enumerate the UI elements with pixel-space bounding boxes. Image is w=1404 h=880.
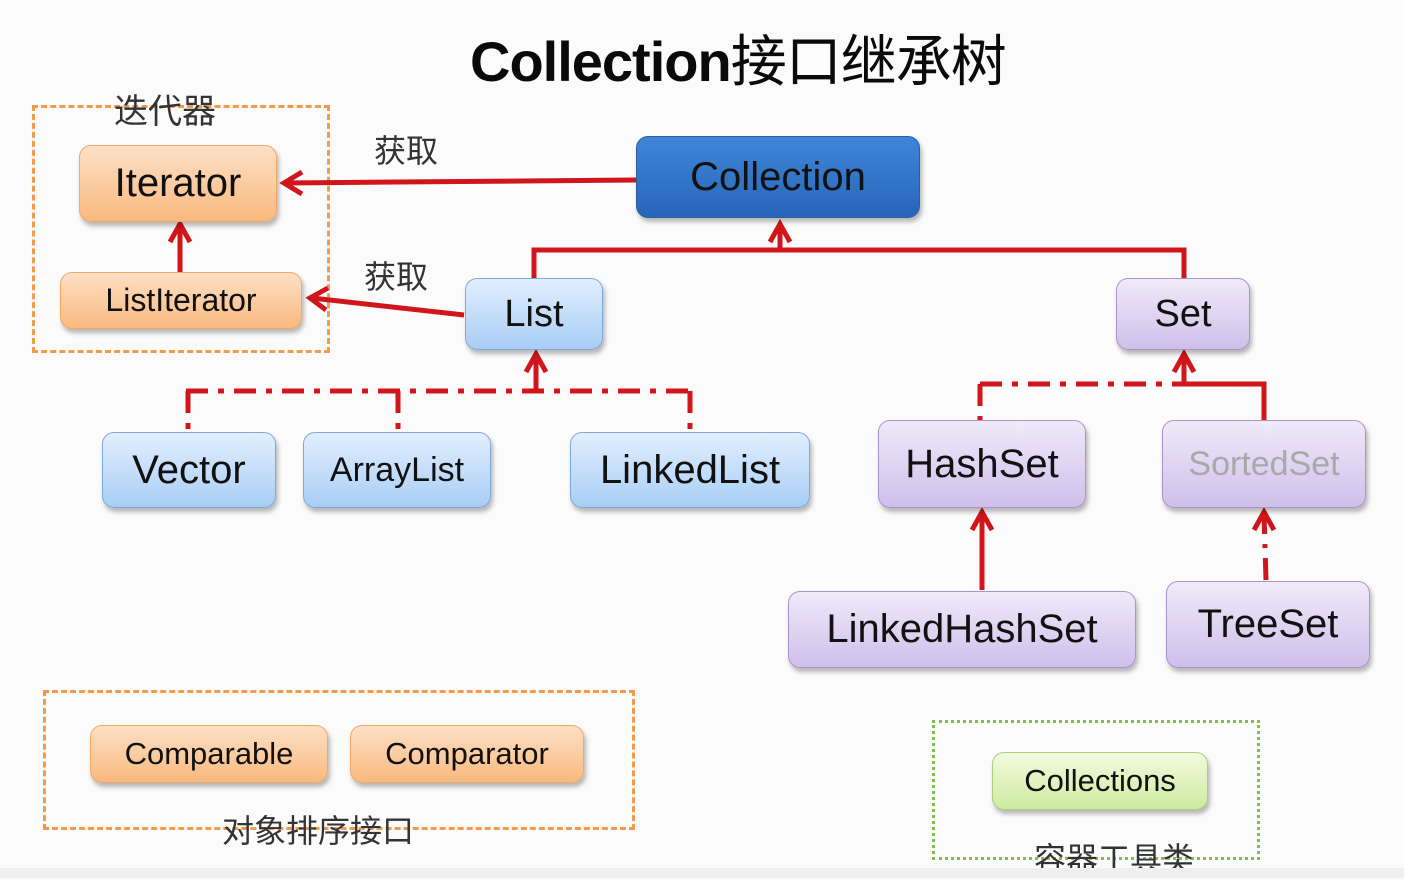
node-sortedset-label: SortedSet: [1188, 444, 1340, 483]
edge-list-set-collection: [531, 247, 1187, 278]
node-list-label: List: [504, 292, 564, 335]
node-collections-label: Collections: [1024, 763, 1176, 798]
node-listiterator-label: ListIterator: [105, 282, 257, 318]
node-vector[interactable]: Vector: [102, 432, 276, 508]
node-comparator-label: Comparator: [385, 736, 549, 771]
node-arraylist[interactable]: ArrayList: [303, 432, 491, 508]
node-list[interactable]: List: [465, 278, 603, 350]
edge-sortedset-set: [1181, 356, 1267, 420]
node-hashset-label: HashSet: [905, 441, 1059, 486]
edge-list-listiterator: [311, 295, 465, 318]
edge-label-list-get: 获取: [364, 258, 429, 296]
node-iterator-label: Iterator: [114, 161, 242, 205]
node-collection-label: Collection: [690, 154, 866, 199]
node-iterator[interactable]: Iterator: [79, 145, 277, 222]
node-listiterator[interactable]: ListIterator: [60, 272, 302, 329]
node-comparable[interactable]: Comparable: [90, 725, 328, 783]
node-treeset-label: TreeSet: [1197, 602, 1339, 646]
node-comparator[interactable]: Comparator: [350, 725, 584, 783]
node-vector-label: Vector: [132, 447, 246, 492]
node-treeset[interactable]: TreeSet: [1166, 581, 1370, 668]
node-hashset[interactable]: HashSet: [878, 420, 1086, 508]
node-linkedhashset[interactable]: LinkedHashSet: [788, 591, 1136, 668]
node-arraylist-label: ArrayList: [329, 450, 465, 489]
bottom-strip: [0, 868, 1404, 878]
node-linkedhashset-label: LinkedHashSet: [826, 607, 1098, 651]
node-sortedset[interactable]: SortedSet: [1162, 420, 1366, 508]
node-set-label: Set: [1154, 292, 1212, 335]
node-set[interactable]: Set: [1116, 278, 1250, 350]
node-collections[interactable]: Collections: [992, 752, 1208, 810]
edge-label-collection-get: 获取: [374, 132, 439, 170]
list-impl-edges: [185, 388, 693, 432]
edge-collection-iterator: [285, 177, 637, 186]
node-linkedlist[interactable]: LinkedList: [570, 432, 810, 508]
node-collection[interactable]: Collection: [636, 136, 920, 218]
hashset-edge: [977, 381, 1184, 420]
node-comparable-label: Comparable: [124, 736, 294, 771]
node-linkedlist-label: LinkedList: [599, 447, 781, 492]
edge-treeset-sortedset: [1261, 513, 1269, 581]
